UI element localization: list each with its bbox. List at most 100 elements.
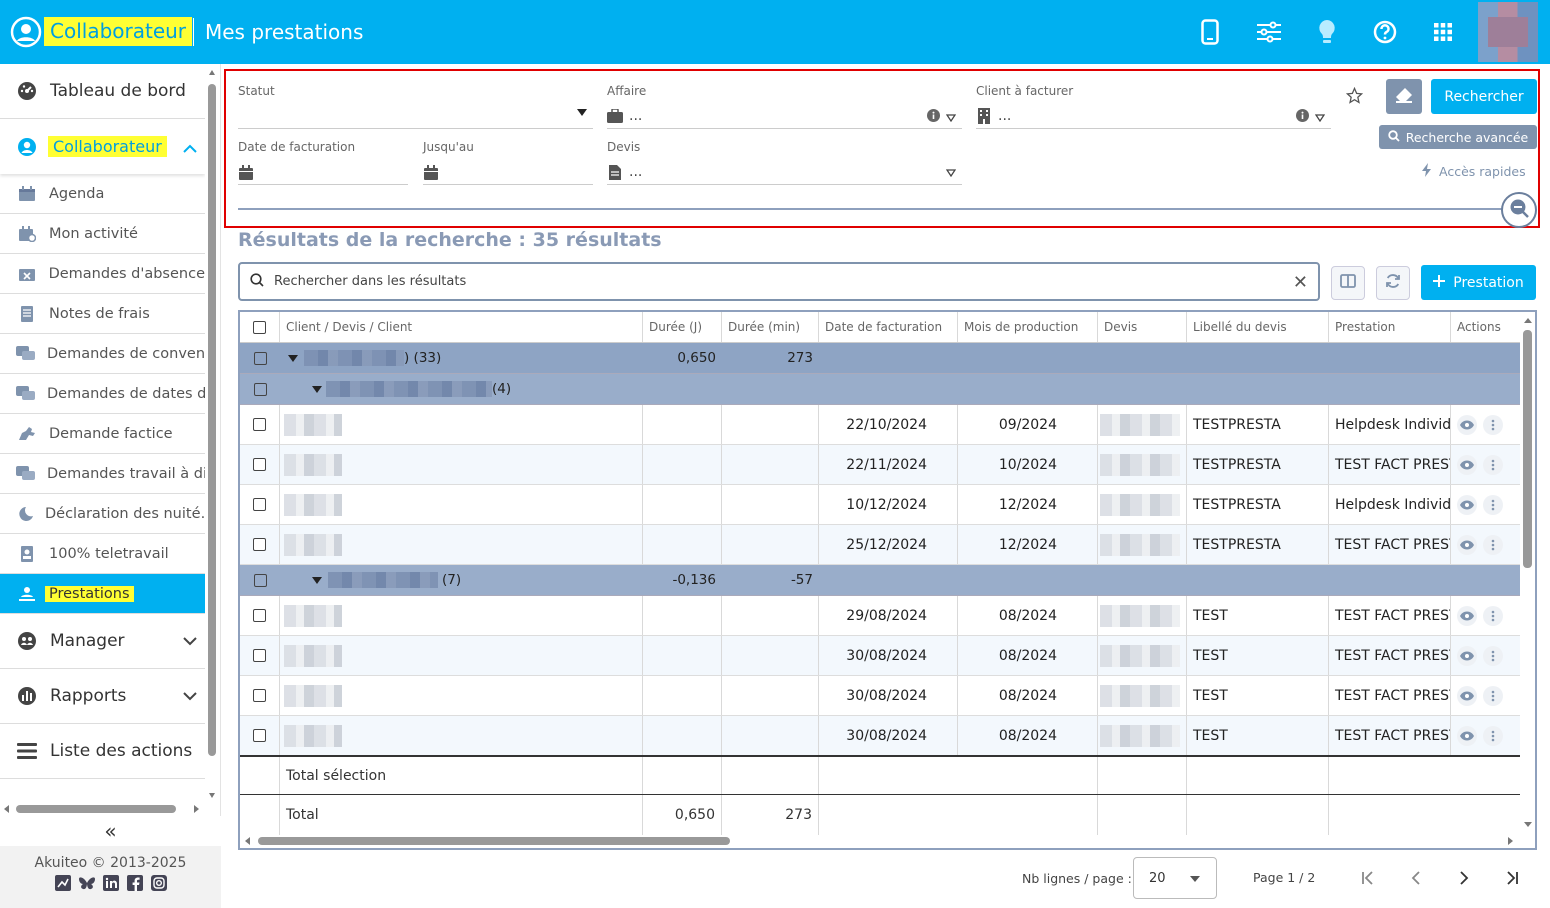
advanced-search-button[interactable]: Recherche avancée (1379, 125, 1537, 149)
search-button[interactable]: Rechercher (1431, 79, 1537, 114)
table-row[interactable]: 30/08/202408/2024 TESTTEST FACT PRESTA (240, 636, 1520, 676)
sidebar-item-tableau-de-bord[interactable]: Tableau de bord (0, 64, 205, 119)
col-header-duree-j[interactable]: Durée (J) (643, 312, 722, 342)
help-icon[interactable] (1371, 18, 1399, 46)
sidebar-item-prestations[interactable]: Prestations (0, 574, 205, 614)
sidebar-item-mon-activite[interactable]: Mon activité (0, 214, 205, 254)
more-vertical-icon[interactable] (1483, 605, 1503, 626)
row-checkbox[interactable] (253, 498, 266, 511)
statut-select[interactable] (238, 104, 593, 129)
sidebar-section-collaborateur[interactable]: Collaborateur (0, 119, 205, 174)
sidebar-item-demandes-travail[interactable]: Demandes travail à di… (0, 454, 205, 494)
quick-access-link[interactable]: Accès rapides (1422, 163, 1526, 180)
table-row[interactable]: 22/10/2024 09/2024 TESTPRESTA Helpdesk Indi… (240, 405, 1520, 445)
sidebar-item-manager[interactable]: Manager (0, 614, 205, 669)
rows-per-page-select[interactable]: 20 (1133, 857, 1217, 899)
refresh-button[interactable] (1376, 266, 1410, 300)
more-vertical-icon[interactable] (1483, 494, 1503, 515)
date-facturation-input[interactable] (238, 160, 408, 185)
mobile-icon[interactable] (1196, 18, 1224, 46)
chevron-down-icon[interactable] (183, 631, 197, 651)
butterfly-icon[interactable] (78, 875, 96, 891)
group-checkbox[interactable] (253, 382, 267, 396)
eye-icon[interactable] (1457, 534, 1477, 555)
facebook-icon[interactable] (126, 875, 144, 891)
more-vertical-icon[interactable] (1483, 685, 1503, 706)
group-checkbox[interactable] (253, 351, 267, 365)
sidebar-horizontal-scrollbar[interactable] (0, 802, 205, 816)
row-checkbox[interactable] (253, 458, 266, 471)
more-vertical-icon[interactable] (1483, 454, 1503, 475)
sidebar-item-teletravail[interactable]: 100% teletravail (0, 534, 205, 574)
row-checkbox[interactable] (253, 609, 266, 622)
caret-down-outline-icon[interactable] (945, 110, 957, 126)
affaire-field[interactable]: ... (607, 104, 962, 129)
results-search-box[interactable]: ✕ (238, 262, 1320, 301)
caret-down-icon[interactable] (312, 381, 322, 397)
clear-icon[interactable]: ✕ (1293, 272, 1308, 293)
table-row[interactable]: 29/08/202408/2024 TESTTEST FACT PRESTA (240, 596, 1520, 636)
eye-icon[interactable] (1457, 494, 1477, 515)
caret-down-icon[interactable] (288, 350, 298, 366)
sidebar-item-demandes-absence[interactable]: Demandes d'absence (0, 254, 205, 294)
col-header-prestation[interactable]: Prestation (1329, 312, 1451, 342)
table-row[interactable]: 30/08/202408/2024 TESTTEST FACT PRESTA (240, 676, 1520, 716)
sidebar-item-rapports[interactable]: Rapports (0, 669, 205, 724)
columns-button[interactable] (1331, 266, 1365, 300)
chevron-up-icon[interactable] (183, 139, 197, 158)
avatar[interactable] (1478, 2, 1538, 62)
table-row[interactable]: 30/08/202408/2024 TESTTEST FACT PRESTA (240, 716, 1520, 756)
chart-icon[interactable] (54, 875, 72, 891)
eye-icon[interactable] (1457, 685, 1477, 706)
sidebar-vertical-scrollbar[interactable] (207, 66, 217, 806)
row-checkbox[interactable] (253, 689, 266, 702)
table-row[interactable]: 25/12/2024 12/2024 TESTPRESTA TEST FACT PRE… (240, 525, 1520, 565)
row-checkbox[interactable] (253, 729, 266, 742)
more-vertical-icon[interactable] (1483, 414, 1503, 435)
col-header-client[interactable]: Client / Devis / Client (280, 312, 643, 342)
sidebar-item-liste-des-actions[interactable]: Liste des actions (0, 724, 205, 779)
add-prestation-button[interactable]: Prestation (1421, 265, 1536, 300)
group-checkbox[interactable] (253, 573, 267, 587)
row-checkbox[interactable] (253, 418, 266, 431)
grid-horizontal-scrollbar[interactable] (240, 834, 1520, 848)
col-header-date-facturation[interactable]: Date de facturation (819, 312, 958, 342)
calendar-icon[interactable] (423, 164, 439, 180)
col-header-libelle-devis[interactable]: Libellé du devis (1187, 312, 1329, 342)
devis-field[interactable]: ... (607, 160, 962, 185)
results-search-input[interactable] (274, 274, 1274, 289)
last-page-icon[interactable] (1500, 866, 1524, 890)
info-icon[interactable] (1296, 109, 1309, 126)
caret-down-outline-icon[interactable] (945, 165, 957, 181)
row-checkbox[interactable] (253, 538, 266, 551)
grid-vertical-scrollbar[interactable] (1520, 312, 1535, 834)
first-page-icon[interactable] (1356, 866, 1380, 890)
brand-label[interactable]: Collaborateur (44, 17, 193, 46)
caret-down-icon[interactable] (312, 572, 322, 588)
sidebar-item-declaration-nuitees[interactable]: Déclaration des nuité… (0, 494, 205, 534)
sidebar-item-demandes-dates[interactable]: Demandes de dates d… (0, 374, 205, 414)
lightbulb-icon[interactable] (1313, 18, 1341, 46)
group-row[interactable]: (7) -0,136 -57 (240, 565, 1520, 596)
chevron-down-icon[interactable] (183, 686, 197, 706)
col-header-duree-min[interactable]: Durée (min) (722, 312, 819, 342)
eye-icon[interactable] (1457, 725, 1477, 746)
eye-icon[interactable] (1457, 645, 1477, 666)
sidebar-item-demandes-convention[interactable]: Demandes de conven… (0, 334, 205, 374)
col-header-devis[interactable]: Devis (1098, 312, 1187, 342)
collapse-search-button[interactable] (1501, 192, 1537, 228)
linkedin-icon[interactable] (102, 875, 120, 891)
star-icon[interactable] (1345, 86, 1364, 108)
table-row[interactable]: 22/11/2024 10/2024 TESTPRESTA TEST FACT PRE… (240, 445, 1520, 485)
group-row[interactable]: ) (33) 0,650 273 (240, 343, 1520, 374)
eye-icon[interactable] (1457, 454, 1477, 475)
calendar-icon[interactable] (238, 164, 254, 180)
erase-button[interactable] (1386, 79, 1422, 114)
col-header-mois-production[interactable]: Mois de production (958, 312, 1098, 342)
sliders-icon[interactable] (1255, 18, 1283, 46)
instagram-icon[interactable] (150, 875, 168, 891)
next-page-icon[interactable] (1452, 866, 1476, 890)
eye-icon[interactable] (1457, 605, 1477, 626)
client-field[interactable]: ... (976, 104, 1331, 129)
sidebar-item-notes-de-frais[interactable]: Notes de frais (0, 294, 205, 334)
